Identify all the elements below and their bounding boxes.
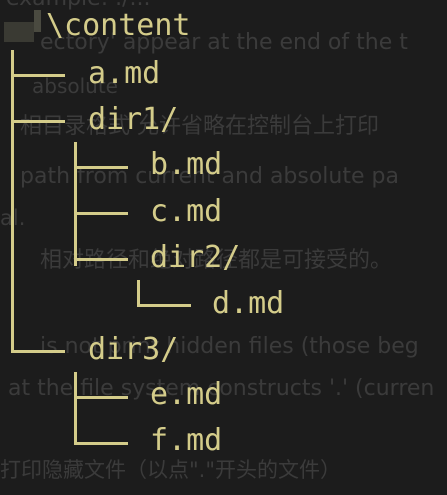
- dir3-vertical-line: [74, 372, 77, 442]
- branch-line-a: [11, 74, 65, 77]
- dir1-vertical-line: [74, 142, 77, 266]
- tree-folder-dir2: dir2/: [150, 240, 241, 275]
- branch-line-f: [74, 442, 128, 445]
- branch-line-c: [74, 212, 128, 215]
- editor-viewport: example: ./... ectory' appear at the end…: [0, 0, 447, 495]
- selection-highlight: [4, 10, 41, 42]
- tree-file-c: c.md: [150, 194, 223, 229]
- branch-line-b: [74, 166, 128, 169]
- tree-trunk-line: [11, 50, 14, 350]
- branch-line-dir3: [11, 350, 65, 353]
- tree-folder-dir3: dir3/: [88, 332, 179, 367]
- tree-root-label: \content: [46, 8, 191, 43]
- tree-file-e: e.md: [150, 377, 223, 412]
- tree-file-f: f.md: [150, 423, 223, 458]
- tree-file-b: b.md: [150, 147, 223, 182]
- tree-file-a: a.md: [88, 56, 161, 91]
- branch-line-dir2: [74, 258, 128, 261]
- branch-line-dir1: [11, 120, 65, 123]
- background-text-line: 相目录格式 允许省略在控制台上打印: [20, 114, 379, 139]
- branch-line-e: [74, 396, 128, 399]
- tree-file-d: d.md: [212, 286, 285, 321]
- background-text-line: 打印隐藏文件（以点"."开头的文件）: [0, 458, 341, 482]
- branch-line-d: [137, 304, 191, 307]
- tree-folder-dir1: dir1/: [88, 102, 179, 137]
- dir2-vertical-line: [137, 280, 140, 304]
